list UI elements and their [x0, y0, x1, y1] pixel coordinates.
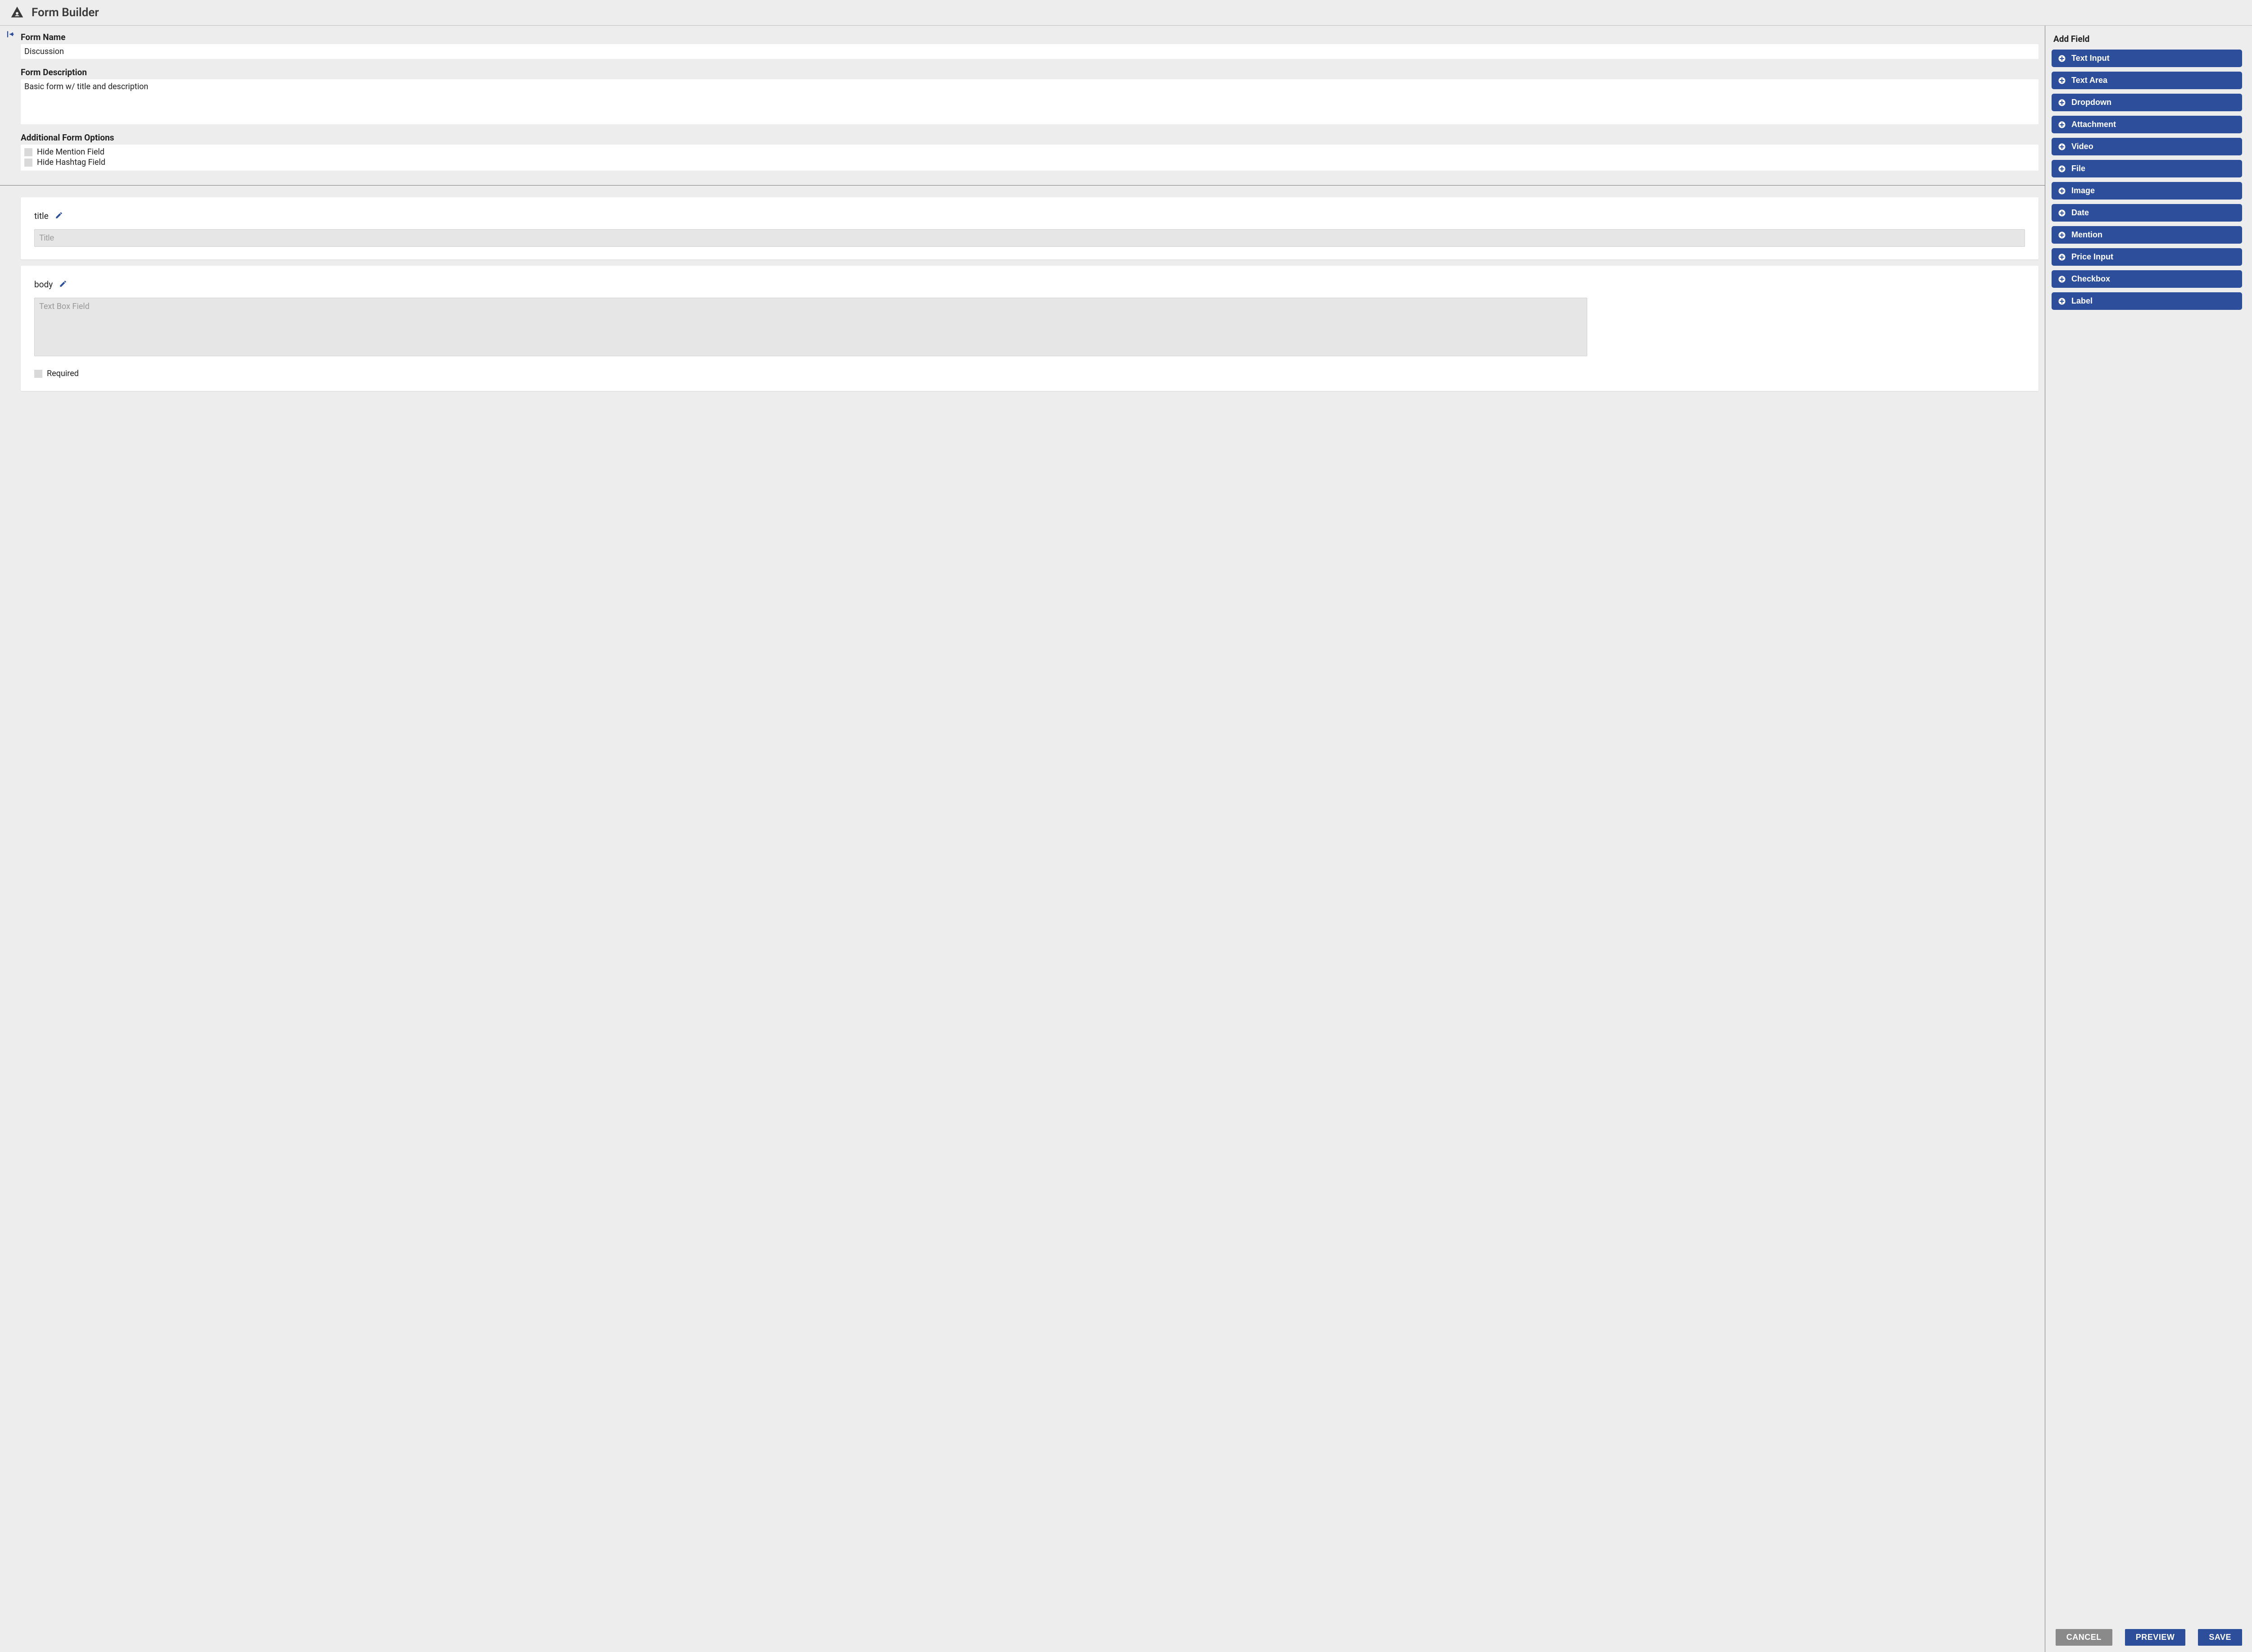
add-field-button[interactable]: Mention	[2052, 226, 2242, 244]
edit-field-icon[interactable]	[59, 280, 67, 290]
cancel-button[interactable]: CANCEL	[2056, 1629, 2112, 1646]
add-field-button-label: Price Input	[2071, 252, 2113, 262]
form-name-input[interactable]	[24, 47, 2035, 56]
app-root: Form Builder Form Name Form Description	[0, 0, 2252, 1652]
field-name-label: body	[34, 279, 53, 290]
plus-circle-icon	[2058, 209, 2066, 217]
form-name-label: Form Name	[21, 32, 2039, 42]
field-title-input[interactable]	[34, 229, 2025, 247]
app-title: Form Builder	[32, 6, 99, 19]
add-field-button[interactable]: Label	[2052, 292, 2242, 310]
fields-area: title body	[0, 197, 2045, 391]
add-field-button[interactable]: Video	[2052, 138, 2242, 155]
app-logo-icon	[10, 5, 24, 20]
checkbox-required[interactable]	[34, 370, 42, 378]
field-header: title	[34, 211, 2025, 221]
plus-circle-icon	[2058, 77, 2066, 85]
form-meta-area: Form Name Form Description Additional Fo…	[0, 26, 2045, 186]
action-row: CANCEL PREVIEW SAVE	[2052, 1621, 2242, 1646]
collapse-panel-icon[interactable]	[6, 30, 14, 40]
plus-circle-icon	[2058, 187, 2066, 195]
option-row: Hide Mention Field	[24, 147, 2035, 157]
add-field-button-label: Label	[2071, 296, 2093, 306]
add-field-button-label: Mention	[2071, 230, 2102, 240]
add-field-button[interactable]: Price Input	[2052, 248, 2242, 266]
form-options-label: Additional Form Options	[21, 132, 2039, 143]
required-row: Required	[34, 369, 2025, 378]
field-header: body	[34, 279, 2025, 290]
add-field-button[interactable]: Date	[2052, 204, 2242, 222]
checkbox-hide-mention[interactable]	[24, 148, 32, 156]
app-header: Form Builder	[0, 0, 2252, 26]
field-card-body: body Required	[21, 266, 2039, 391]
main-area: Form Name Form Description Additional Fo…	[0, 26, 2252, 1652]
add-field-button-label: Attachment	[2071, 120, 2116, 129]
form-desc-input[interactable]	[24, 82, 2035, 120]
option-label: Hide Hashtag Field	[37, 158, 105, 167]
plus-circle-icon	[2058, 297, 2066, 305]
plus-circle-icon	[2058, 143, 2066, 151]
edit-field-icon[interactable]	[55, 211, 63, 221]
option-label: Hide Mention Field	[37, 147, 104, 157]
add-field-button-label: File	[2071, 164, 2085, 173]
plus-circle-icon	[2058, 121, 2066, 129]
field-card-title: title	[21, 197, 2039, 259]
field-name-label: title	[34, 211, 49, 221]
checkbox-hide-hashtag[interactable]	[24, 159, 32, 167]
add-field-button[interactable]: Dropdown	[2052, 94, 2242, 111]
add-field-button[interactable]: Text Input	[2052, 50, 2242, 67]
add-field-button[interactable]: Text Area	[2052, 72, 2242, 89]
add-field-button[interactable]: Attachment	[2052, 116, 2242, 133]
add-field-button-label: Dropdown	[2071, 98, 2111, 107]
preview-button[interactable]: PREVIEW	[2125, 1629, 2186, 1646]
save-button[interactable]: SAVE	[2198, 1629, 2242, 1646]
add-field-title: Add Field	[2053, 34, 2240, 44]
left-pane: Form Name Form Description Additional Fo…	[0, 26, 2045, 1652]
add-field-button-label: Date	[2071, 208, 2089, 218]
form-options-panel: Hide Mention Field Hide Hashtag Field	[21, 145, 2039, 171]
add-field-button[interactable]: File	[2052, 160, 2242, 177]
add-field-button[interactable]: Checkbox	[2052, 270, 2242, 288]
form-desc-panel	[21, 79, 2039, 124]
plus-circle-icon	[2058, 54, 2066, 63]
plus-circle-icon	[2058, 165, 2066, 173]
plus-circle-icon	[2058, 231, 2066, 239]
field-body-textarea[interactable]	[34, 298, 1587, 356]
add-field-button-label: Text Area	[2071, 76, 2107, 85]
plus-circle-icon	[2058, 253, 2066, 261]
add-field-list: Text Input Text Area Dropdown Attachment Vid…	[2052, 50, 2242, 310]
add-field-button-label: Video	[2071, 142, 2093, 151]
required-label: Required	[47, 369, 79, 378]
right-pane: Add Field Text Input Text Area Dropdown Att…	[2045, 26, 2252, 1652]
form-desc-label: Form Description	[21, 67, 2039, 77]
add-field-button[interactable]: Image	[2052, 182, 2242, 200]
option-row: Hide Hashtag Field	[24, 158, 2035, 167]
plus-circle-icon	[2058, 275, 2066, 283]
add-field-button-label: Text Input	[2071, 54, 2110, 63]
form-name-panel	[21, 44, 2039, 59]
add-field-button-label: Checkbox	[2071, 274, 2110, 284]
add-field-button-label: Image	[2071, 186, 2095, 195]
plus-circle-icon	[2058, 99, 2066, 107]
